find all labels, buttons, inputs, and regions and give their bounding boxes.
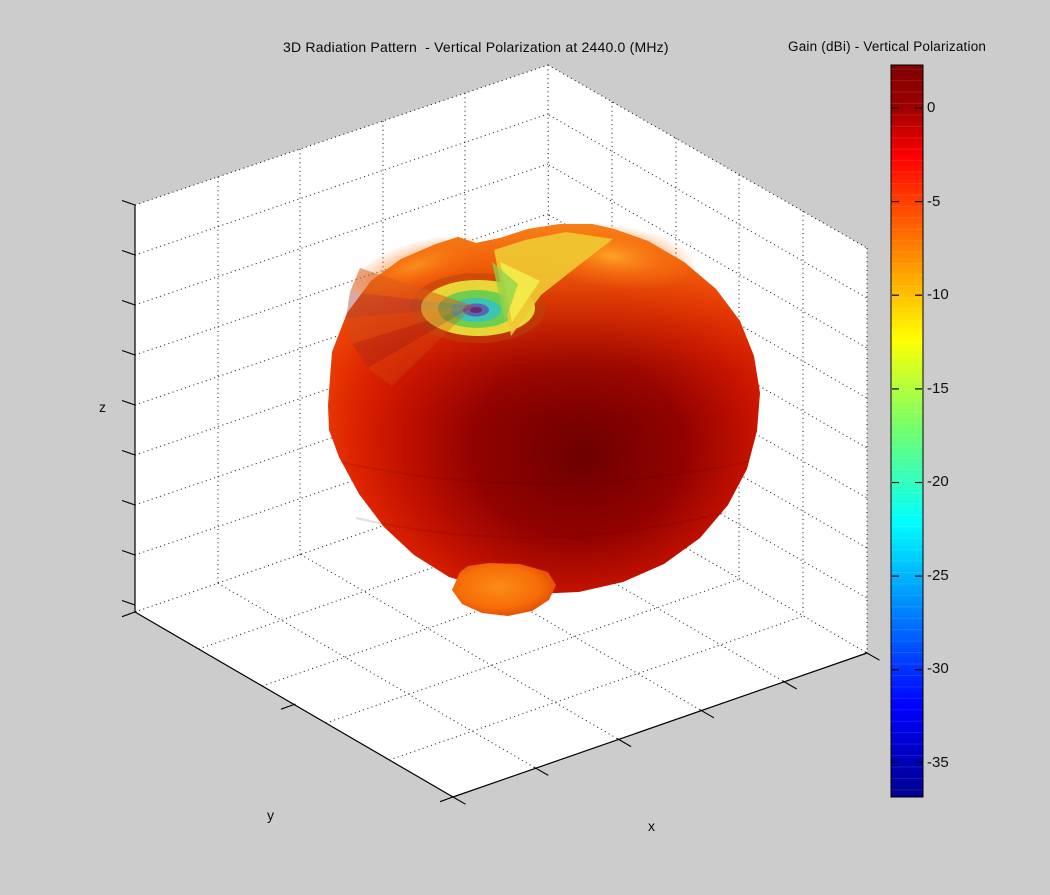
z-axis-label: z — [99, 399, 106, 415]
colorbar-title: Gain (dBi) - Vertical Polarization — [788, 39, 986, 54]
colorbar-tick-label: -20 — [927, 473, 949, 490]
colorbar-tick-label: -35 — [927, 754, 949, 771]
colorbar-tick-label: -25 — [927, 567, 949, 584]
plot-canvas — [0, 0, 1050, 895]
colorbar-tick-label: -5 — [927, 193, 940, 210]
colorbar-tick-label: -10 — [927, 286, 949, 303]
colorbar-tick-label: -30 — [927, 660, 949, 677]
colorbar-tick-label: 0 — [927, 99, 935, 116]
z-axis-ticks — [122, 201, 135, 606]
figure-window: 3D Radiation Pattern - Vertical Polariza… — [0, 0, 1050, 895]
colorbar — [891, 65, 923, 797]
plot-title: 3D Radiation Pattern - Vertical Polariza… — [283, 39, 669, 55]
x-axis-label: x — [648, 818, 655, 834]
y-axis-label: y — [267, 807, 274, 823]
colorbar-tick-label: -15 — [927, 380, 949, 397]
colorbar-banding — [891, 65, 923, 797]
